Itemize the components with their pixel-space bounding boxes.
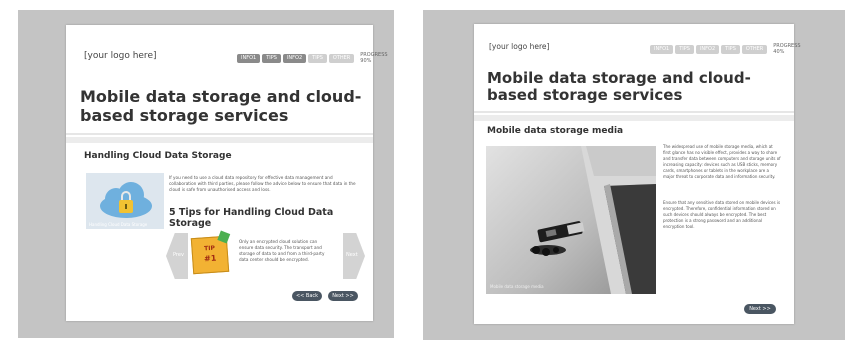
- image-caption: Mobile data storage media: [490, 284, 544, 289]
- left-slide-card: [your logo here] INFO1 TIPS INFO2 TIPS O…: [66, 25, 388, 321]
- tab-info2[interactable]: INFO2: [282, 53, 307, 63]
- progress-label: PROGRESS 90%: [360, 52, 388, 64]
- tip-badge: TIP #1: [190, 230, 231, 275]
- cloud-lock-image: Handling Cloud Data Storage: [86, 173, 164, 229]
- progress-tabs: INFO1 TIPS INFO2 TIPS OTHER PROGRESS 40%: [650, 43, 801, 55]
- section-heading: Handling Cloud Data Storage: [84, 151, 232, 161]
- tab-other[interactable]: OTHER: [328, 53, 355, 63]
- body-paragraph-2: Ensure that any sensitive data stored on…: [663, 200, 781, 229]
- cloud-lock-icon: [100, 182, 152, 218]
- next-button[interactable]: Next >>: [328, 291, 358, 301]
- content-header-band: [66, 137, 373, 143]
- tab-tips[interactable]: TIPS: [262, 53, 281, 63]
- page-title: Mobile data storage and cloud-based stor…: [487, 69, 751, 104]
- tip-badge-number: #1: [203, 253, 217, 264]
- body-paragraph-1: The widespread use of mobile storage med…: [663, 144, 781, 179]
- tab-tips-2[interactable]: TIPS: [721, 44, 740, 54]
- content-header-band: [474, 115, 794, 121]
- title-divider: [474, 111, 794, 113]
- progress-label: PROGRESS 40%: [773, 43, 801, 55]
- tip-text: Only an encrypted cloud solution can ens…: [239, 239, 325, 262]
- next-arrow-label: Next: [346, 252, 358, 258]
- progress-tabs: INFO1 TIPS INFO2 TIPS OTHER PROGRESS 90%: [237, 52, 388, 64]
- logo-placeholder: [your logo here]: [84, 51, 157, 61]
- carousel-next-arrow[interactable]: Next: [343, 233, 365, 279]
- tab-info1[interactable]: INFO1: [237, 53, 261, 63]
- tab-info2[interactable]: INFO2: [695, 44, 720, 54]
- image-caption: Handling Cloud Data Storage: [89, 222, 148, 227]
- tab-tips[interactable]: TIPS: [675, 44, 694, 54]
- tab-tips-2[interactable]: TIPS: [308, 53, 327, 63]
- usb-laptop-illustration: [530, 146, 656, 294]
- title-divider: [66, 133, 373, 135]
- page-title: Mobile data storage and cloud-based stor…: [80, 87, 362, 125]
- right-slide-card: [your logo here] INFO1 TIPS INFO2 TIPS O…: [474, 24, 801, 324]
- carousel-prev-arrow[interactable]: Prev: [166, 233, 188, 279]
- tab-info1[interactable]: INFO1: [650, 44, 674, 54]
- logo-placeholder: [your logo here]: [489, 42, 550, 51]
- intro-text: If you need to use a cloud data reposito…: [169, 175, 356, 192]
- tab-other[interactable]: OTHER: [741, 44, 768, 54]
- section-heading: Mobile data storage media: [487, 126, 624, 136]
- tips-heading: 5 Tips for Handling Cloud Data Storage: [169, 207, 334, 229]
- usb-laptop-photo: Mobile data storage media: [486, 146, 656, 294]
- tip-badge-label: TIP: [203, 244, 216, 253]
- back-button[interactable]: << Back: [292, 291, 322, 301]
- prev-arrow-label: Prev: [173, 252, 184, 258]
- tip-badge-corner: [217, 230, 231, 244]
- next-button[interactable]: Next >>: [744, 304, 776, 314]
